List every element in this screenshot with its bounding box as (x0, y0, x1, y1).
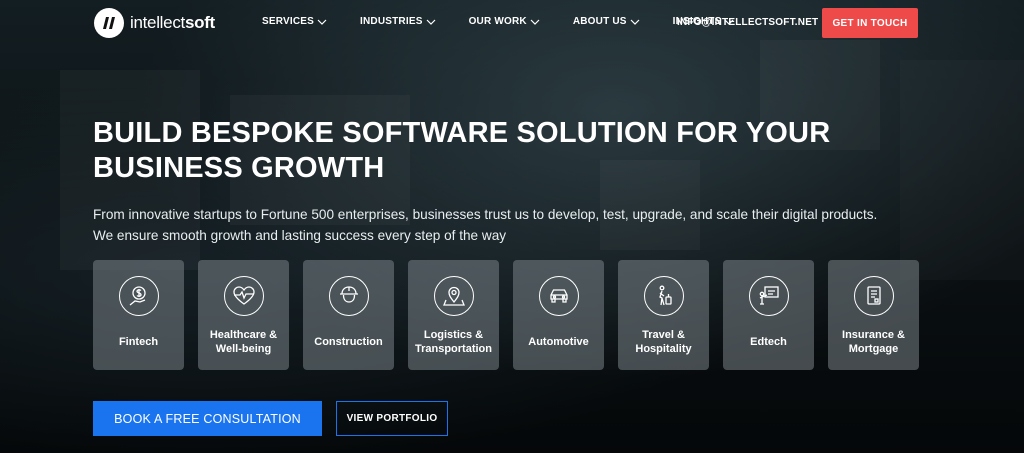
chevron-down-icon (317, 19, 327, 25)
teacher-board-icon (748, 276, 789, 316)
nav-item-label: OUR WORK (468, 16, 527, 27)
card-label: Insurance & Mortgage (832, 328, 916, 356)
industry-card-logistics[interactable]: Logistics & Transportation (408, 260, 499, 370)
card-label-wrap: Automotive (517, 319, 601, 365)
nav-item-industries[interactable]: INDUSTRIES (360, 16, 436, 27)
industry-cards: Fintech Healthcare & Well-being Construct… (93, 260, 919, 370)
logo-wordmark: intellectsoft (130, 13, 215, 33)
card-label: Healthcare & Well-being (202, 328, 286, 356)
card-label-line1: Logistics & (423, 329, 484, 341)
card-label-line2: Hospitality (635, 343, 692, 355)
card-label-line1: Construction (314, 336, 383, 348)
card-label-wrap: Edtech (727, 319, 811, 365)
industry-card-automotive[interactable]: Automotive (513, 260, 604, 370)
hero-subtitle: From innovative startups to Fortune 500 … (93, 204, 913, 246)
hero-title-line1: BUILD BESPOKE SOFTWARE SOLUTION FOR YOUR (93, 117, 831, 149)
card-label-line1: Insurance & (842, 329, 905, 341)
get-in-touch-button[interactable]: GET IN TOUCH (822, 8, 918, 38)
nav-item-label: INDUSTRIES (360, 16, 423, 27)
card-label-line1: Travel & (642, 329, 685, 341)
industry-card-travel[interactable]: Travel & Hospitality (618, 260, 709, 370)
nav-item-services[interactable]: SERVICES (262, 16, 327, 27)
nav-item-label: ABOUT US (572, 16, 627, 27)
card-label-line1: Healthcare & (209, 329, 278, 341)
document-policy-icon (853, 276, 894, 316)
hero-title: BUILD BESPOKE SOFTWARE SOLUTION FOR YOUR… (93, 116, 853, 186)
card-label-line2: Well-being (215, 343, 272, 355)
hard-hat-worker-icon (328, 276, 369, 316)
industry-card-fintech[interactable]: Fintech (93, 260, 184, 370)
brand-logo[interactable]: intellectsoft (94, 8, 215, 38)
card-label-wrap: Construction (307, 319, 391, 365)
industry-card-healthcare[interactable]: Healthcare & Well-being (198, 260, 289, 370)
logo-wordmark-bold: soft (184, 13, 215, 32)
hero-subtitle-line2: We ensure smooth growth and lasting succ… (93, 228, 507, 243)
card-label: Fintech (97, 335, 181, 349)
industry-card-insurance[interactable]: Insurance & Mortgage (828, 260, 919, 370)
chevron-down-icon (630, 19, 640, 25)
hero-title-line2: BUSINESS GROWTH (93, 152, 385, 184)
nav-item-our-work[interactable]: OUR WORK (469, 16, 540, 27)
card-label: Construction (307, 335, 391, 349)
map-pin-icon (433, 276, 474, 316)
book-consultation-button[interactable]: BOOK A FREE CONSULTATION (93, 401, 322, 436)
car-icon (538, 276, 579, 316)
card-label-wrap: Fintech (97, 319, 181, 365)
heart-pulse-icon (223, 276, 264, 316)
logo-wordmark-light: intellect (130, 13, 185, 32)
card-label-line2: Mortgage (848, 343, 899, 355)
chevron-down-icon (530, 19, 540, 25)
card-label: Logistics & Transportation (412, 328, 496, 356)
traveler-luggage-icon (643, 276, 684, 316)
industry-card-construction[interactable]: Construction (303, 260, 394, 370)
logo-mark-icon (94, 8, 124, 38)
view-portfolio-button[interactable]: VIEW PORTFOLIO (336, 401, 448, 436)
card-label-line1: Fintech (118, 336, 159, 348)
contact-email-link[interactable]: INFO@INTELLECTSOFT.NET (677, 17, 818, 28)
card-label-wrap: Logistics & Transportation (412, 319, 496, 365)
chevron-down-icon (426, 19, 435, 25)
card-label-wrap: Insurance & Mortgage (832, 319, 916, 365)
nav-item-label: SERVICES (262, 16, 314, 27)
top-navigation: intellectsoft SERVICES INDUSTRIES OUR WO… (0, 0, 1024, 46)
card-label: Travel & Hospitality (622, 328, 706, 356)
card-label-line2: Transportation (414, 343, 492, 355)
hero-subtitle-line1: From innovative startups to Fortune 500 … (93, 207, 878, 222)
card-label: Edtech (727, 335, 811, 349)
card-label: Automotive (517, 335, 601, 349)
card-label-line1: Automotive (528, 336, 589, 348)
card-label-wrap: Healthcare & Well-being (202, 319, 286, 365)
dollar-hand-icon (118, 276, 159, 316)
card-label-line1: Edtech (750, 336, 787, 348)
industry-card-edtech[interactable]: Edtech (723, 260, 814, 370)
card-label-wrap: Travel & Hospitality (622, 319, 706, 365)
nav-item-about-us[interactable]: ABOUT US (573, 16, 640, 27)
